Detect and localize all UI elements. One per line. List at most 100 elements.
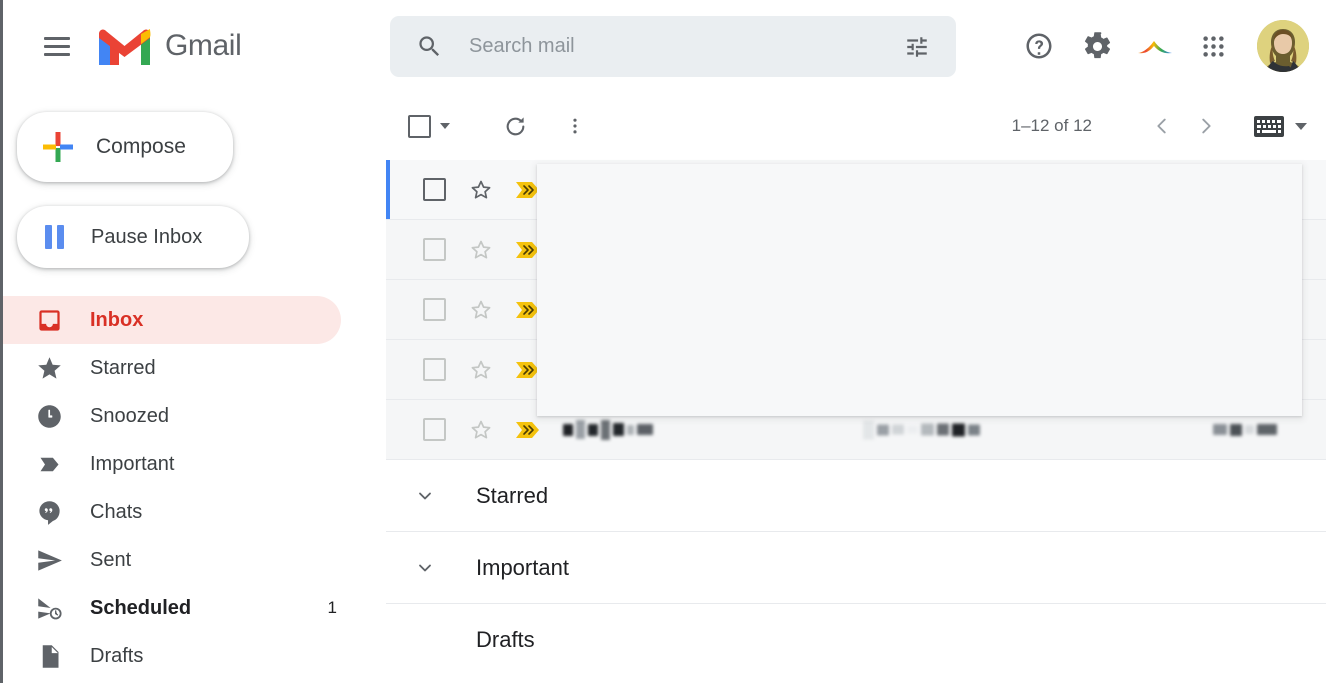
clock-icon — [35, 402, 63, 430]
sidebar-item-important[interactable]: Important — [3, 440, 341, 488]
important-marker-icon[interactable] — [515, 180, 541, 200]
help-icon[interactable] — [1015, 22, 1063, 70]
search-options-icon[interactable] — [904, 34, 930, 60]
sidebar-nav: Inbox Starred Snoozed — [3, 296, 386, 680]
important-marker-icon[interactable] — [515, 240, 541, 260]
sidebar-item-label: Inbox — [90, 309, 143, 332]
row-checkbox[interactable] — [423, 358, 446, 381]
star-outline-icon[interactable] — [469, 298, 493, 322]
time-redacted — [1226, 304, 1277, 316]
sender-redacted — [563, 241, 688, 259]
select-all-box — [408, 115, 431, 138]
draft-icon — [35, 642, 63, 670]
chevron-right-icon[interactable] — [1184, 104, 1228, 148]
time-redacted — [1213, 424, 1277, 436]
search-bar[interactable] — [390, 16, 956, 77]
star-outline-icon[interactable] — [469, 358, 493, 382]
compose-label: Compose — [96, 135, 186, 159]
select-all-checkbox[interactable] — [408, 115, 450, 138]
send-icon — [35, 546, 63, 574]
pagination-range: 1–12 of 12 — [1012, 116, 1092, 136]
row-checkbox[interactable] — [423, 418, 446, 441]
chat-icon — [35, 498, 63, 526]
section-starred[interactable]: Starred — [386, 460, 1326, 532]
row-content — [553, 280, 1303, 340]
sidebar-item-label: Sent — [90, 549, 131, 572]
time-redacted — [1215, 364, 1277, 376]
pause-inbox-button[interactable]: Pause Inbox — [17, 206, 249, 268]
time-redacted — [1215, 244, 1277, 256]
subject-redacted — [863, 360, 1060, 380]
chevron-down-icon[interactable] — [408, 479, 442, 513]
star-outline-icon[interactable] — [469, 238, 493, 262]
label-icon — [35, 450, 63, 478]
chevron-left-icon[interactable] — [1140, 104, 1184, 148]
hamburger-menu-icon[interactable] — [33, 22, 81, 70]
sidebar-item-sent[interactable]: Sent — [3, 536, 341, 584]
sidebar-item-starred[interactable]: Starred — [3, 344, 341, 392]
row-checkbox[interactable] — [423, 298, 446, 321]
chevron-down-icon[interactable] — [1295, 123, 1307, 130]
sidebar-item-inbox[interactable]: Inbox — [3, 296, 341, 344]
star-icon — [35, 354, 63, 382]
sidebar-item-scheduled[interactable]: Scheduled 1 — [3, 584, 341, 632]
row-checkbox[interactable] — [423, 238, 446, 261]
pause-inbox-label: Pause Inbox — [91, 226, 202, 249]
section-important[interactable]: Important — [386, 532, 1326, 604]
subject-redacted — [863, 420, 980, 439]
row-content — [553, 400, 1303, 460]
sidebar-item-label: Scheduled — [90, 597, 191, 620]
scheduled-icon — [35, 594, 63, 622]
mail-list — [386, 160, 1326, 460]
apps-grid-icon[interactable] — [1189, 22, 1237, 70]
table-row[interactable] — [386, 400, 1326, 460]
star-outline-icon[interactable] — [469, 418, 493, 442]
sidebar: Compose Pause Inbox Inbox Starred — [3, 92, 386, 683]
sidebar-item-drafts[interactable]: Drafts — [3, 632, 341, 680]
more-options-icon[interactable] — [554, 105, 596, 147]
row-checkbox[interactable] — [423, 178, 446, 201]
chevron-down-icon[interactable] — [408, 551, 442, 585]
important-marker-icon[interactable] — [515, 420, 541, 440]
sender-redacted — [563, 180, 719, 200]
app-header: Gmail — [3, 0, 1326, 92]
time-redacted — [1220, 184, 1277, 195]
table-row[interactable] — [386, 280, 1326, 340]
table-row[interactable] — [386, 340, 1326, 400]
avatar[interactable] — [1257, 20, 1309, 72]
section-drafts[interactable]: Drafts — [386, 604, 1326, 676]
chevron-down-icon[interactable] — [440, 123, 450, 129]
row-content — [553, 340, 1303, 400]
hamburger-bar — [44, 53, 70, 56]
section-label: Important — [476, 555, 569, 581]
gear-icon[interactable] — [1073, 22, 1121, 70]
mail-toolbar: 1–12 of 12 — [386, 92, 1326, 160]
important-marker-icon[interactable] — [515, 300, 541, 320]
sidebar-item-snoozed[interactable]: Snoozed — [3, 392, 341, 440]
brand-name: Gmail — [165, 29, 241, 63]
gmail-logo-icon — [97, 25, 152, 67]
brand-logo[interactable]: Gmail — [97, 25, 241, 67]
refresh-icon[interactable] — [494, 105, 536, 147]
inbox-icon — [35, 306, 63, 334]
sender-redacted — [563, 300, 653, 320]
table-row[interactable] — [386, 160, 1326, 220]
important-marker-icon[interactable] — [515, 360, 541, 380]
compose-button[interactable]: Compose — [17, 112, 233, 182]
boomerang-icon[interactable] — [1131, 22, 1179, 70]
gmail-window: Gmail — [0, 0, 1326, 683]
star-outline-icon[interactable] — [469, 178, 493, 202]
search-icon — [416, 33, 443, 60]
subject-redacted — [863, 240, 1047, 259]
sidebar-item-label: Drafts — [90, 645, 143, 668]
pagination-group: 1–12 of 12 — [1012, 92, 1307, 160]
sender-redacted — [563, 420, 653, 440]
keyboard-icon — [1254, 116, 1284, 137]
input-tools-button[interactable] — [1254, 116, 1307, 137]
table-row[interactable] — [386, 220, 1326, 280]
row-content — [553, 160, 1303, 220]
row-content — [553, 220, 1303, 280]
section-label: Starred — [476, 483, 548, 509]
sidebar-item-chats[interactable]: Chats — [3, 488, 341, 536]
search-input[interactable] — [469, 35, 904, 58]
